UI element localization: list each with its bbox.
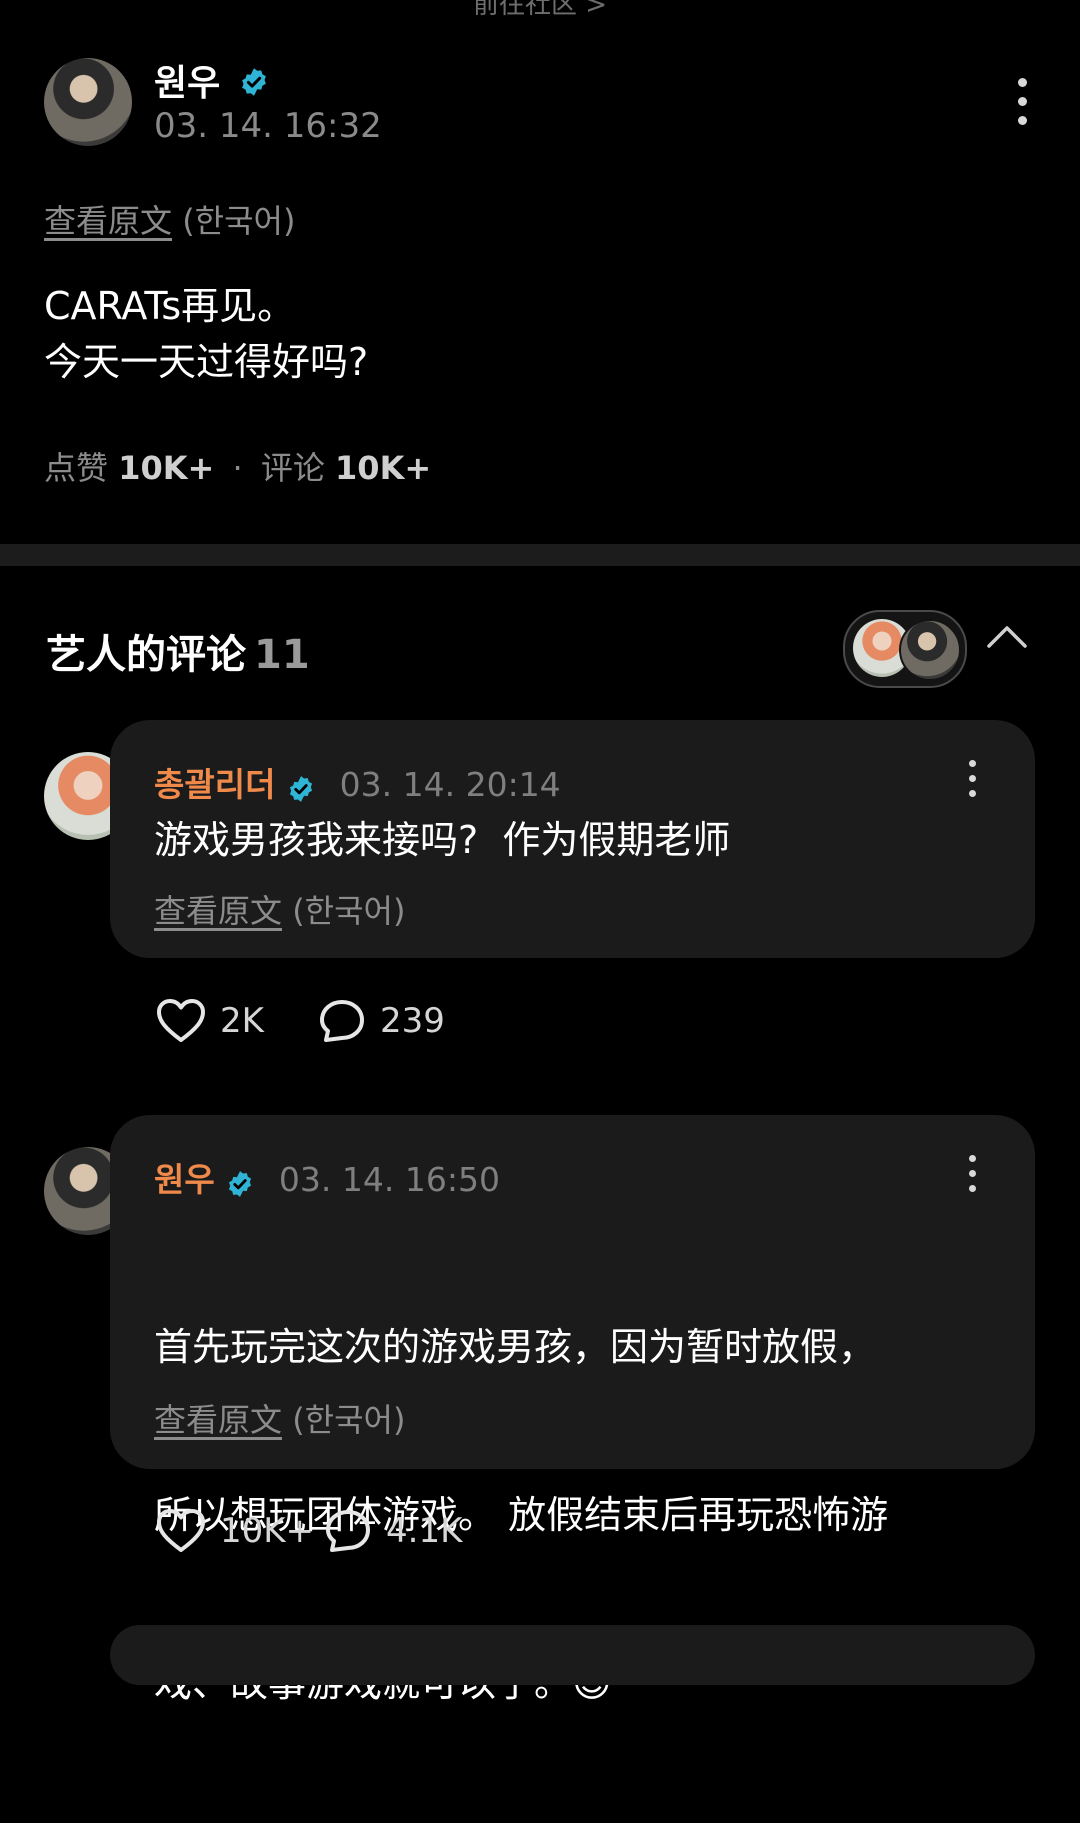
- artist-comments-heading: 艺人的评论 11: [46, 622, 310, 680]
- comment-more-menu[interactable]: [966, 760, 978, 807]
- post-body: CARATs再见。 今天一天过得好吗?: [44, 278, 368, 390]
- chevron-up-icon[interactable]: [985, 622, 1029, 652]
- comment-like-count: 10K+: [220, 1511, 315, 1551]
- comment-timestamp: 03. 14. 16:50: [278, 1160, 500, 1199]
- more-vertical-icon: [968, 1155, 976, 1162]
- comments-count: 10K+: [335, 449, 432, 487]
- comment-text-line: 首先玩完这次的游戏男孩，因为暂时放假，: [154, 1325, 877, 1369]
- comments-label: 评论: [260, 449, 325, 487]
- comment-like-button[interactable]: 10K+: [156, 1508, 314, 1554]
- post-author-name[interactable]: 원우: [154, 54, 269, 106]
- comment-reply-count: 239: [380, 1001, 445, 1041]
- artist-avatar: [899, 619, 961, 681]
- comment-more-menu[interactable]: [966, 1155, 978, 1202]
- comment-card: [110, 1625, 1035, 1685]
- comment-header: 원우 03. 14. 16:50: [154, 1153, 500, 1201]
- original-language: (한국어): [182, 202, 296, 240]
- comment-reply-button[interactable]: 239: [318, 998, 445, 1044]
- post-body-line: 今天一天过得好吗?: [44, 340, 369, 384]
- post-author-name-text: 원우: [154, 63, 221, 104]
- stats-separator: ·: [232, 449, 243, 487]
- comment-like-button[interactable]: 2K: [156, 998, 264, 1044]
- comment-translation-toggle: 查看原文 (한국어): [154, 1395, 405, 1441]
- go-to-community-link[interactable]: 前往社区 >: [0, 0, 1080, 21]
- artist-comments-title: 艺人的评论: [46, 632, 246, 678]
- comment-card: 총괄리더 03. 14. 20:14 游戏男孩我来接吗? 作为假期老师 查看原文…: [110, 720, 1035, 958]
- post-more-menu[interactable]: [1016, 78, 1028, 135]
- comment-card: 원우 03. 14. 16:50 首先玩完这次的游戏男孩，因为暂时放假， 所以想…: [110, 1115, 1035, 1705]
- artist-comments-count: 11: [254, 632, 310, 678]
- likes-count: 10K+: [118, 449, 215, 487]
- comment-text: 游戏男孩我来接吗? 作为假期老师: [154, 818, 731, 862]
- post-author-avatar[interactable]: [44, 58, 132, 146]
- post-body-line: CARATs再见。: [44, 284, 296, 328]
- comment-timestamp: 03. 14. 20:14: [339, 765, 561, 804]
- verified-icon: [228, 1170, 251, 1197]
- comment-author-name[interactable]: 총괄리더: [154, 765, 275, 804]
- comment-header: 총괄리더 03. 14. 20:14: [154, 758, 561, 806]
- comment-icon: [320, 1000, 364, 1042]
- post-translation-toggle: 查看原文 (한국어): [44, 196, 295, 242]
- post-timestamp: 03. 14. 16:32: [154, 106, 382, 146]
- comment-reply-count: 4.1K: [386, 1511, 463, 1551]
- comment-translation-toggle: 查看原文 (한국어): [154, 886, 405, 932]
- section-divider: [0, 544, 1080, 566]
- view-original-link[interactable]: 查看原文: [154, 1401, 282, 1439]
- comment-like-count: 2K: [220, 1001, 264, 1041]
- more-vertical-icon: [1017, 78, 1027, 87]
- view-original-link[interactable]: 查看原文: [44, 202, 172, 240]
- original-language: (한국어): [292, 892, 406, 930]
- post-stats: 点赞 10K+ · 评论 10K+: [44, 443, 431, 489]
- view-original-link[interactable]: 查看原文: [154, 892, 282, 930]
- verified-icon: [289, 775, 312, 802]
- comment-reply-button[interactable]: 4.1K: [324, 1508, 462, 1554]
- verified-icon: [241, 68, 266, 96]
- likes-label: 点赞: [44, 449, 109, 487]
- comment-icon: [326, 1510, 370, 1552]
- comment-author-name[interactable]: 원우: [154, 1160, 215, 1199]
- original-language: (한국어): [292, 1401, 406, 1439]
- artist-avatars-filter[interactable]: [843, 610, 967, 688]
- heart-icon: [157, 1509, 205, 1552]
- more-vertical-icon: [968, 760, 976, 767]
- heart-icon: [157, 999, 205, 1042]
